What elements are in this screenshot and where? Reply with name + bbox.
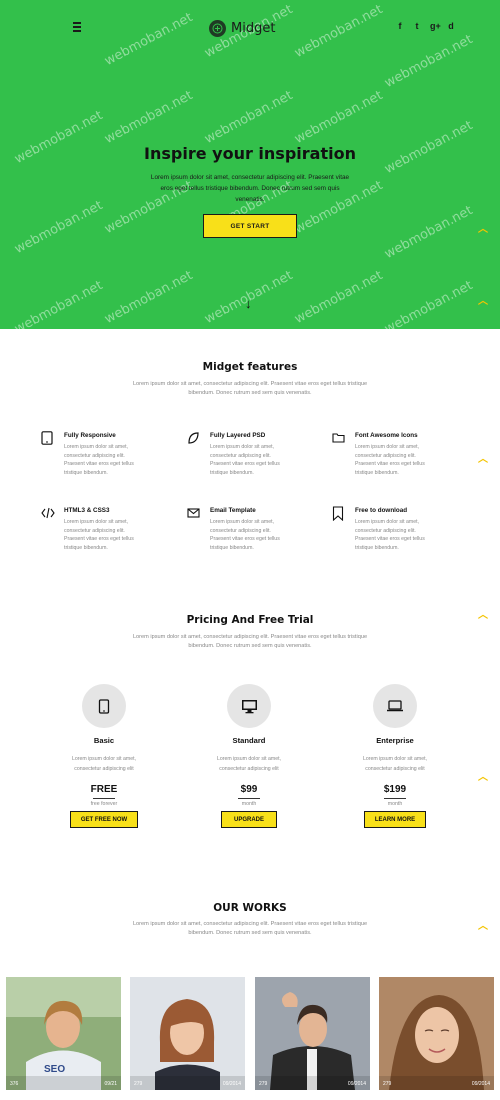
pricing-subtitle: Lorem ipsum dolor sit amet, consectetur … [132,634,368,649]
girl-photo [130,977,245,1090]
divider [93,798,115,799]
feature-title: Free to download [355,507,408,514]
watermark: webmoban.net [382,32,476,91]
views-count: 279 [259,1081,268,1087]
work-meta: 376 09/21 [6,1076,121,1090]
chevron-up-icon[interactable]: ︿ [478,768,488,783]
divider [384,798,406,799]
work-date: 09/2014 [222,1081,241,1087]
feature-text: Lorem ipsum dolor sit amet, consectetur … [355,519,425,551]
features-subtitle: Lorem ipsum dolor sit amet, consectetur … [132,381,368,396]
boy-photo: SEO [6,977,121,1090]
plan-name: Enterprise [376,736,414,745]
work-thumbnail[interactable]: SEO 376 09/21 [6,977,121,1090]
get-free-now-button[interactable]: GET FREE NOW [70,811,138,828]
bookmark-icon [332,506,344,522]
social-links: f t g+ d [396,21,455,31]
work-meta: 279 09/2014 [130,1076,245,1090]
plan-price: $199 [383,784,407,795]
feature-title: Fully Responsive [64,432,116,439]
watermark: webmoban.net [382,278,476,329]
works-title: OUR WORKS [213,902,287,914]
tablet-icon [41,431,53,445]
divider [238,798,260,799]
monitor-icon [227,684,271,728]
upgrade-button[interactable]: UPGRADE [221,811,277,828]
feature-text: Lorem ipsum dolor sit amet, consectetur … [355,444,425,476]
watermark: webmoban.net [102,88,196,147]
plan-name: Basic [93,736,115,745]
feature-text: Lorem ipsum dolor sit amet, consectetur … [210,519,280,551]
plan-description: Lorem ipsum dolor sit amet, consectetur a… [216,756,281,772]
views-count: 376 [10,1081,19,1087]
code-icon [41,506,55,520]
work-thumbnail[interactable]: 279 09/2014 [379,977,494,1090]
watermark: webmoban.net [102,268,196,327]
plan-description: Lorem ipsum dolor sit amet, consectetur a… [362,756,427,772]
work-thumbnail[interactable]: 279 09/2014 [255,977,370,1090]
chevron-up-icon[interactable]: ︿ [478,292,488,307]
folder-icon [332,431,345,445]
features-title: Midget features [202,361,298,373]
hero-section: webmoban.net webmoban.net webmoban.net w… [0,0,500,329]
feature-title: Email Template [210,507,256,514]
watermark: webmoban.net [292,268,386,327]
twitter-icon[interactable]: t [413,21,421,31]
hero-title: Inspire your inspiration [144,144,356,163]
watermark: webmoban.net [12,278,106,329]
work-date: 09/2014 [471,1081,490,1087]
feature-text: Lorem ipsum dolor sit amet, consectetur … [64,444,134,476]
get-start-button[interactable]: GET START [203,214,297,238]
brand-name: Midget [231,20,276,36]
chevron-up-icon[interactable]: ︿ [478,220,488,235]
plan-price: FREE [90,784,118,795]
learn-more-button[interactable]: LEARN MORE [364,811,426,828]
teen-photo [255,977,370,1090]
svg-text:SEO: SEO [44,1064,65,1075]
woman-photo [379,977,494,1090]
feature-text: Lorem ipsum dolor sit amet, consectetur … [64,519,134,551]
dribbble-icon[interactable]: d [447,21,455,31]
brand[interactable]: Midget [209,18,275,38]
work-thumbnail[interactable]: 279 09/2014 [130,977,245,1090]
menu-icon[interactable] [73,22,85,32]
hero-text: Lorem ipsum dolor sit amet, consectetur … [150,174,350,203]
watermark: webmoban.net [12,198,106,257]
plan-name: Standard [232,736,266,745]
laptop-icon [373,684,417,728]
logo-icon [209,19,226,37]
plan-period: month [387,801,403,807]
pricing-title: Pricing And Free Trial [186,614,314,626]
watermark: webmoban.net [292,88,386,147]
plan-period: month [241,801,257,807]
watermark: webmoban.net [382,203,476,262]
works-subtitle: Lorem ipsum dolor sit amet, consectetur … [132,921,368,936]
watermark: webmoban.net [202,88,296,147]
top-nav: Midget f t g+ d [0,16,500,40]
tablet-icon [82,684,126,728]
leaf-icon [187,431,199,445]
feature-text: Lorem ipsum dolor sit amet, consectetur … [210,444,280,476]
chevron-up-icon[interactable]: ︿ [478,450,488,465]
arrow-down-icon[interactable]: ↓ [245,296,252,311]
work-date: 09/2014 [347,1081,366,1087]
plan-period: free forever [90,801,118,807]
feature-title: HTML3 & CSS3 [64,507,110,514]
views-count: 279 [383,1081,392,1087]
envelope-icon [187,506,200,520]
feature-title: Font Awesome Icons [355,432,418,439]
facebook-icon[interactable]: f [396,21,404,31]
views-count: 279 [134,1081,143,1087]
chevron-up-icon[interactable]: ︿ [478,917,488,932]
google-plus-icon[interactable]: g+ [430,21,441,31]
work-meta: 279 09/2014 [379,1076,494,1090]
plan-description: Lorem ipsum dolor sit amet, consectetur a… [71,756,136,772]
plan-price: $99 [240,784,258,795]
work-date: 09/21 [104,1081,117,1087]
work-meta: 279 09/2014 [255,1076,370,1090]
feature-title: Fully Layered PSD [210,432,266,439]
